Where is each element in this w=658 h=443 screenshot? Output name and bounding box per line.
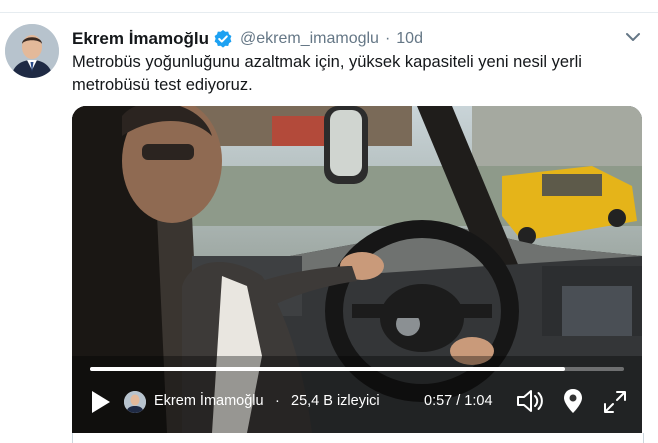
chevron-down-icon[interactable]: [624, 30, 642, 44]
tweet-timestamp[interactable]: 10d: [396, 30, 423, 48]
quoted-card-edge: [72, 433, 644, 443]
divider: [0, 12, 658, 13]
progress-fill: [90, 367, 566, 371]
volume-icon[interactable]: [516, 388, 546, 414]
location-icon[interactable]: [562, 388, 584, 414]
tweet-header: Ekrem İmamoğlu @ekrem_imamoglu · 10d: [72, 28, 423, 50]
author-name[interactable]: Ekrem İmamoğlu: [72, 29, 209, 49]
separator-dot: ·: [384, 30, 391, 47]
uploader-name[interactable]: Ekrem İmamoğlu: [154, 393, 264, 409]
view-count: 25,4 B izleyici: [291, 393, 380, 409]
tweet-text: Metrobüs yoğunluğunu azaltmak için, yüks…: [72, 53, 582, 94]
uploader-avatar[interactable]: [124, 391, 146, 413]
verified-badge-icon: [213, 29, 233, 49]
author-avatar[interactable]: [5, 24, 59, 78]
fullscreen-icon[interactable]: [602, 389, 628, 415]
video-controls: Ekrem İmamoğlu · 25,4 B izleyici 0:57 / …: [72, 376, 642, 426]
play-icon[interactable]: [90, 390, 112, 414]
progress-bar[interactable]: [90, 367, 624, 371]
time-display: 0:57 / 1:04: [424, 393, 493, 409]
author-handle[interactable]: @ekrem_imamoglu: [240, 30, 379, 48]
video-player[interactable]: Ekrem İmamoğlu · 25,4 B izleyici 0:57 / …: [72, 106, 642, 433]
separator-dot: ·: [275, 393, 280, 409]
